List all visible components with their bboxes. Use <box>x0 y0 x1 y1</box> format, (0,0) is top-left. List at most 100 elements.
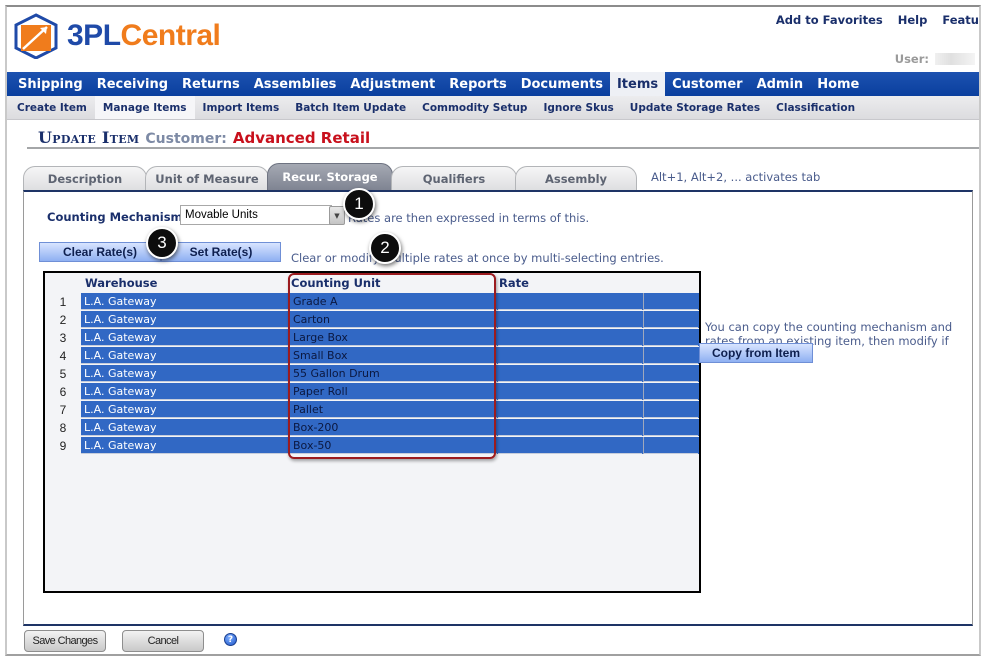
nav-home[interactable]: Home <box>810 72 866 96</box>
table-row[interactable]: 1 L.A. Gateway Grade A <box>45 293 699 311</box>
logo-central: Central <box>120 19 221 52</box>
logo[interactable]: 3PLCentral <box>13 13 221 60</box>
cell-rate[interactable] <box>498 401 643 418</box>
cell-warehouse[interactable]: L.A. Gateway <box>81 383 290 400</box>
cell-extra[interactable] <box>643 329 699 346</box>
table-row[interactable]: 9 L.A. Gateway Box-50 <box>45 437 699 455</box>
subnav-update-storage-rates[interactable]: Update Storage Rates <box>622 96 768 119</box>
cell-warehouse[interactable]: L.A. Gateway <box>81 401 290 418</box>
cell-counting-unit[interactable]: Carton <box>290 311 498 328</box>
subnav-ignore-skus[interactable]: Ignore Skus <box>535 96 621 119</box>
row-number: 4 <box>59 348 67 363</box>
nav-admin[interactable]: Admin <box>750 72 811 96</box>
cell-extra[interactable] <box>643 311 699 328</box>
main-nav: Shipping Receiving Returns Assemblies Ad… <box>7 72 979 96</box>
nav-documents[interactable]: Documents <box>514 72 610 96</box>
nav-receiving[interactable]: Receiving <box>90 72 175 96</box>
column-header-warehouse[interactable]: Warehouse <box>85 276 157 290</box>
page-title: Update Item Customer: Advanced Retail <box>38 128 370 147</box>
table-row[interactable]: 6 L.A. Gateway Paper Roll <box>45 383 699 401</box>
table-row[interactable]: 7 L.A. Gateway Pallet <box>45 401 699 419</box>
row-cells: L.A. Gateway Paper Roll <box>81 383 699 400</box>
nav-customer[interactable]: Customer <box>665 72 749 96</box>
cell-warehouse[interactable]: L.A. Gateway <box>81 329 290 346</box>
nav-items[interactable]: Items <box>609 72 666 96</box>
cell-rate[interactable] <box>498 419 643 436</box>
cell-extra[interactable] <box>643 419 699 436</box>
cell-extra[interactable] <box>643 347 699 364</box>
logo-text: 3PLCentral <box>67 19 221 53</box>
subnav-commodity-setup[interactable]: Commodity Setup <box>414 96 535 119</box>
cell-extra[interactable] <box>643 365 699 382</box>
copy-from-item-button[interactable]: Copy from Item <box>699 343 813 363</box>
cell-extra[interactable] <box>643 383 699 400</box>
subnav-batch-item-update[interactable]: Batch Item Update <box>287 96 414 119</box>
nav-assemblies[interactable]: Assemblies <box>247 72 344 96</box>
tab-shortcut-hint: Alt+1, Alt+2, ... activates tab <box>651 170 821 184</box>
storage-rates-grid: Warehouse Counting Unit Rate 1 L.A. Gatew… <box>43 271 701 593</box>
cell-warehouse[interactable]: L.A. Gateway <box>81 419 290 436</box>
tab-unit-of-measure[interactable]: Unit of Measure <box>145 166 269 190</box>
cell-counting-unit[interactable]: Paper Roll <box>290 383 498 400</box>
help-link[interactable]: Help <box>898 13 928 27</box>
callout-2: 2 <box>369 232 401 264</box>
subnav-create-item[interactable]: Create Item <box>9 96 95 119</box>
set-rates-button[interactable]: Set Rate(s) <box>161 242 281 262</box>
row-number: 8 <box>59 420 67 435</box>
cell-counting-unit[interactable]: Small Box <box>290 347 498 364</box>
tab-qualifiers[interactable]: Qualifiers <box>391 166 517 190</box>
table-row[interactable]: 5 L.A. Gateway 55 Gallon Drum <box>45 365 699 383</box>
subnav-import-items[interactable]: Import Items <box>195 96 288 119</box>
features-link[interactable]: Featu <box>942 13 979 27</box>
nav-reports[interactable]: Reports <box>442 72 513 96</box>
cell-rate[interactable] <box>498 437 643 454</box>
cell-counting-unit[interactable]: Grade A <box>290 293 498 310</box>
subnav-classification[interactable]: Classification <box>768 96 863 119</box>
cell-warehouse[interactable]: L.A. Gateway <box>81 437 290 454</box>
cell-warehouse[interactable]: L.A. Gateway <box>81 293 290 310</box>
cell-warehouse[interactable]: L.A. Gateway <box>81 311 290 328</box>
cell-counting-unit[interactable]: Box-200 <box>290 419 498 436</box>
cell-rate[interactable] <box>498 383 643 400</box>
row-number: 9 <box>59 438 67 453</box>
dropdown-arrow-icon[interactable]: ▼ <box>329 206 345 225</box>
cell-rate[interactable] <box>498 329 643 346</box>
tab-assembly[interactable]: Assembly <box>515 166 637 190</box>
table-row[interactable]: 4 L.A. Gateway Small Box <box>45 347 699 365</box>
table-row[interactable]: 3 L.A. Gateway Large Box <box>45 329 699 347</box>
save-changes-button[interactable]: Save Changes <box>24 630 106 652</box>
nav-returns[interactable]: Returns <box>175 72 247 96</box>
cell-extra[interactable] <box>643 437 699 454</box>
cell-rate[interactable] <box>498 293 643 310</box>
logo-3pl: 3PL <box>67 19 121 52</box>
cell-warehouse[interactable]: L.A. Gateway <box>81 365 290 382</box>
cell-rate[interactable] <box>498 347 643 364</box>
nav-shipping[interactable]: Shipping <box>11 72 90 96</box>
top-links: Add to Favorites Help Featu <box>776 13 979 27</box>
column-header-counting-unit[interactable]: Counting Unit <box>291 276 381 290</box>
add-to-favorites-link[interactable]: Add to Favorites <box>776 13 883 27</box>
nav-adjustment[interactable]: Adjustment <box>343 72 442 96</box>
row-cells: L.A. Gateway Small Box <box>81 347 699 364</box>
cell-extra[interactable] <box>643 401 699 418</box>
clear-rates-button[interactable]: Clear Rate(s) <box>39 242 161 262</box>
cell-counting-unit[interactable]: Large Box <box>290 329 498 346</box>
counting-mechanism-select[interactable]: Movable Units <box>180 205 332 225</box>
cell-warehouse[interactable]: L.A. Gateway <box>81 347 290 364</box>
cell-counting-unit[interactable]: 55 Gallon Drum <box>290 365 498 382</box>
cell-counting-unit[interactable]: Box-50 <box>290 437 498 454</box>
cell-extra[interactable] <box>643 293 699 310</box>
cancel-button[interactable]: Cancel <box>122 630 204 652</box>
cell-rate[interactable] <box>498 311 643 328</box>
table-row[interactable]: 8 L.A. Gateway Box-200 <box>45 419 699 437</box>
subnav-manage-items[interactable]: Manage Items <box>94 96 195 119</box>
tab-description[interactable]: Description <box>23 166 147 190</box>
cell-rate[interactable] <box>498 365 643 382</box>
help-icon[interactable]: ? <box>224 633 237 646</box>
tab-recur-storage[interactable]: Recur. Storage <box>267 163 393 190</box>
cell-counting-unit[interactable]: Pallet <box>290 401 498 418</box>
callout-1: 1 <box>343 188 375 220</box>
user-name-redacted <box>935 53 975 65</box>
table-row[interactable]: 2 L.A. Gateway Carton <box>45 311 699 329</box>
column-header-rate[interactable]: Rate <box>499 276 529 290</box>
